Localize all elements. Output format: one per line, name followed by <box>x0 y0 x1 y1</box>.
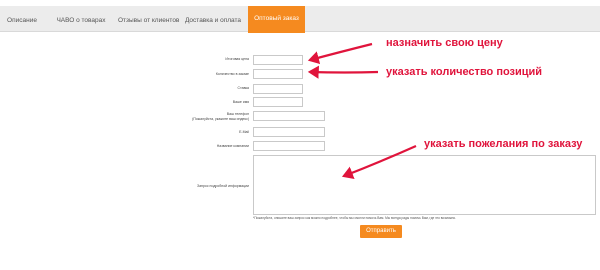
arrow-to-quantity-icon <box>307 65 379 79</box>
price-input[interactable] <box>253 55 303 65</box>
details-textarea[interactable] <box>253 155 596 215</box>
phone-hint: (Пожалуйста, укажите ваш индекс) <box>192 117 249 121</box>
name-label: Ваше имя <box>232 100 249 104</box>
phone-label: Ваш телефон <box>226 112 249 116</box>
tab-reviews[interactable]: Отзывы от клиентов <box>118 10 179 32</box>
email-input[interactable] <box>253 127 325 137</box>
details-label: Запрос подробной информации <box>196 184 249 188</box>
tab-wholesale-order[interactable]: Оптовый заказ <box>248 6 305 33</box>
email-label: E-Mail <box>239 130 249 134</box>
tab-description[interactable]: Описание <box>0 10 44 32</box>
page: Описание ЧАВО о товарах Отзывы от клиент… <box>0 0 600 270</box>
rate-label: Ставка <box>237 86 249 90</box>
arrow-to-price-icon <box>307 42 373 65</box>
company-label: Название компании <box>216 144 249 148</box>
tab-delivery[interactable]: Доставка и оплата <box>180 10 246 32</box>
tab-faq[interactable]: ЧАВО о товарах <box>44 10 118 32</box>
quantity-label: Количество в заказе <box>215 72 249 76</box>
price-label: Итоговая цена <box>225 57 249 61</box>
annotation-quantity: указать количество позиций <box>386 66 543 78</box>
phone-input[interactable] <box>253 111 325 121</box>
tab-bar: Описание ЧАВО о товарах Отзывы от клиент… <box>0 6 600 33</box>
submit-button[interactable]: Отправить <box>360 225 402 238</box>
annotation-price: назначить свою цену <box>386 37 503 49</box>
name-input[interactable] <box>253 97 303 107</box>
annotation-wishes: указать пожелания по заказу <box>424 138 583 150</box>
company-input[interactable] <box>253 141 325 151</box>
rate-input[interactable] <box>253 84 303 94</box>
form-note: *Пожалуйста, опишите ваш запрос как можн… <box>253 216 457 220</box>
quantity-input[interactable] <box>253 69 303 79</box>
